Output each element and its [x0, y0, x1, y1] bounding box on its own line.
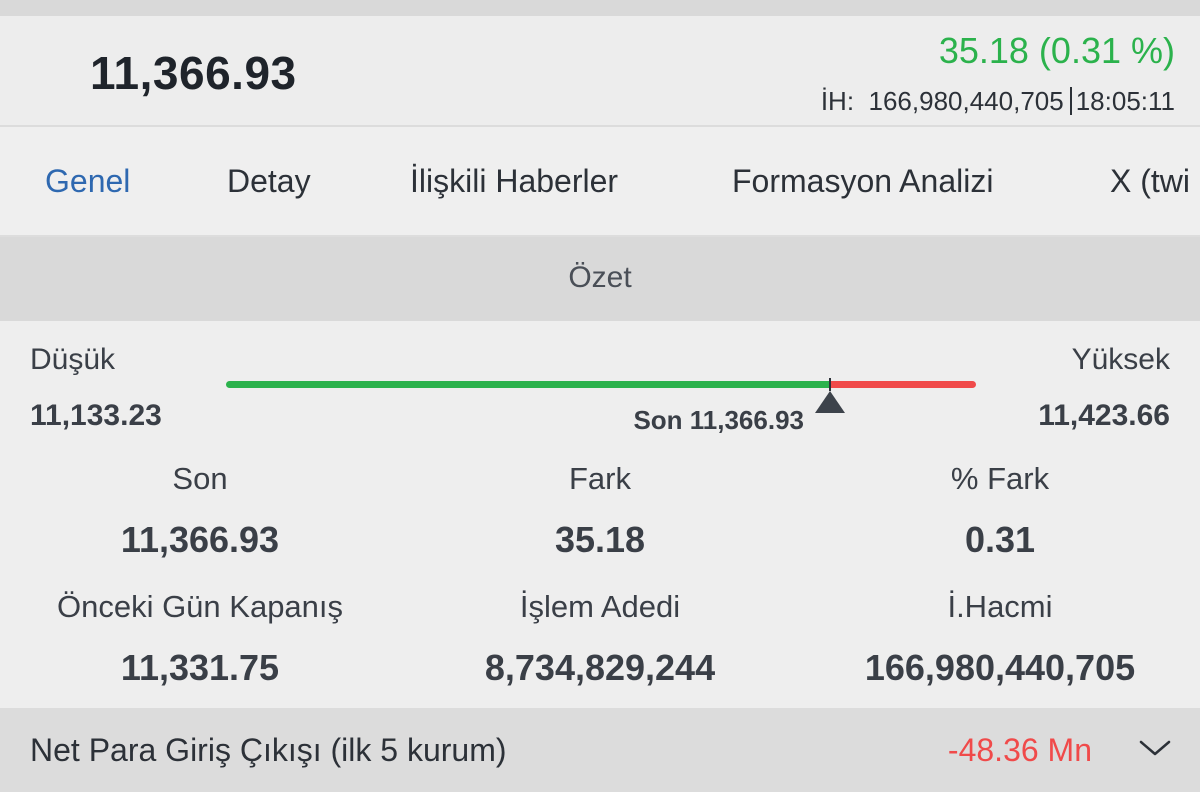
last-price-label: Son 11,366.93: [633, 405, 804, 435]
volume-label: İH:: [820, 86, 855, 116]
tab-x-twitter[interactable]: X (twi: [1110, 163, 1190, 200]
day-range-bar: [226, 378, 976, 413]
low-label: Düşük: [30, 343, 116, 376]
stat-value: 11,331.75: [120, 647, 280, 688]
triangle-up-icon: [815, 391, 845, 413]
price-header: 11,366.93 35.18 (0.31 %) İH: 166,980,440…: [0, 16, 1200, 127]
stat-label: Önceki Gün Kapanış: [56, 589, 344, 624]
top-strip: [0, 0, 1200, 16]
net-flow-value: -48.36 Mn: [947, 732, 1092, 768]
stat-label: Son: [172, 461, 228, 496]
chevron-down-icon[interactable]: [1138, 738, 1172, 758]
low-value: 11,133.23: [30, 399, 162, 432]
stat-fark: Fark 35.18: [400, 461, 800, 561]
net-flow-label: Net Para Giriş Çıkışı (ilk 5 kurum): [30, 732, 507, 768]
stat-value: 11,366.93: [120, 519, 280, 560]
stat-pct-fark: % Fark 0.31: [800, 461, 1200, 561]
stat-value: 0.31: [964, 519, 1036, 560]
stat-label: % Fark: [950, 461, 1050, 496]
tab-detay[interactable]: Detay: [227, 163, 311, 200]
stat-son: Son 11,366.93: [0, 461, 400, 561]
section-title: Özet: [568, 261, 632, 294]
range-above-last: [830, 381, 976, 388]
divider: [1069, 87, 1072, 115]
last-price-marker: [829, 378, 831, 391]
update-time: 18:05:11: [1075, 86, 1175, 116]
volume-value: 166,980,440,705: [868, 86, 1064, 116]
stat-value: 35.18: [554, 519, 646, 560]
high-label: Yüksek: [1071, 343, 1170, 376]
tab-genel[interactable]: Genel: [45, 163, 130, 200]
tab-iliskili-haberler[interactable]: İlişkili Haberler: [410, 163, 618, 200]
section-header: Özet: [0, 237, 1200, 321]
last-price: 11,366.93: [90, 47, 297, 99]
tab-bar: Genel Detay İlişkili Haberler Formasyon …: [0, 127, 1200, 237]
volume-row: İH: 166,980,440,705 18:05:11: [821, 86, 1175, 117]
stat-label: İşlem Adedi: [519, 589, 681, 624]
stat-value: 166,980,440,705: [864, 647, 1136, 688]
stat-label: Fark: [569, 461, 631, 496]
stat-label: İ.Hacmi: [947, 589, 1053, 624]
high-value: 11,423.66: [1038, 399, 1170, 432]
stat-trade-count: İşlem Adedi 8,734,829,244: [400, 589, 800, 689]
net-flow-row[interactable]: Net Para Giriş Çıkışı (ilk 5 kurum) -48.…: [0, 708, 1200, 792]
tab-formasyon-analizi[interactable]: Formasyon Analizi: [732, 163, 993, 200]
stat-volume: İ.Hacmi 166,980,440,705: [800, 589, 1200, 689]
summary-panel: Düşük 11,133.23 Yüksek 11,423.66 Son 11,…: [0, 321, 1200, 708]
stat-prev-close: Önceki Gün Kapanış 11,331.75: [0, 589, 400, 689]
price-change: 35.18 (0.31 %): [938, 30, 1175, 71]
stat-value: 8,734,829,244: [484, 647, 716, 688]
range-below-last: [226, 381, 830, 388]
